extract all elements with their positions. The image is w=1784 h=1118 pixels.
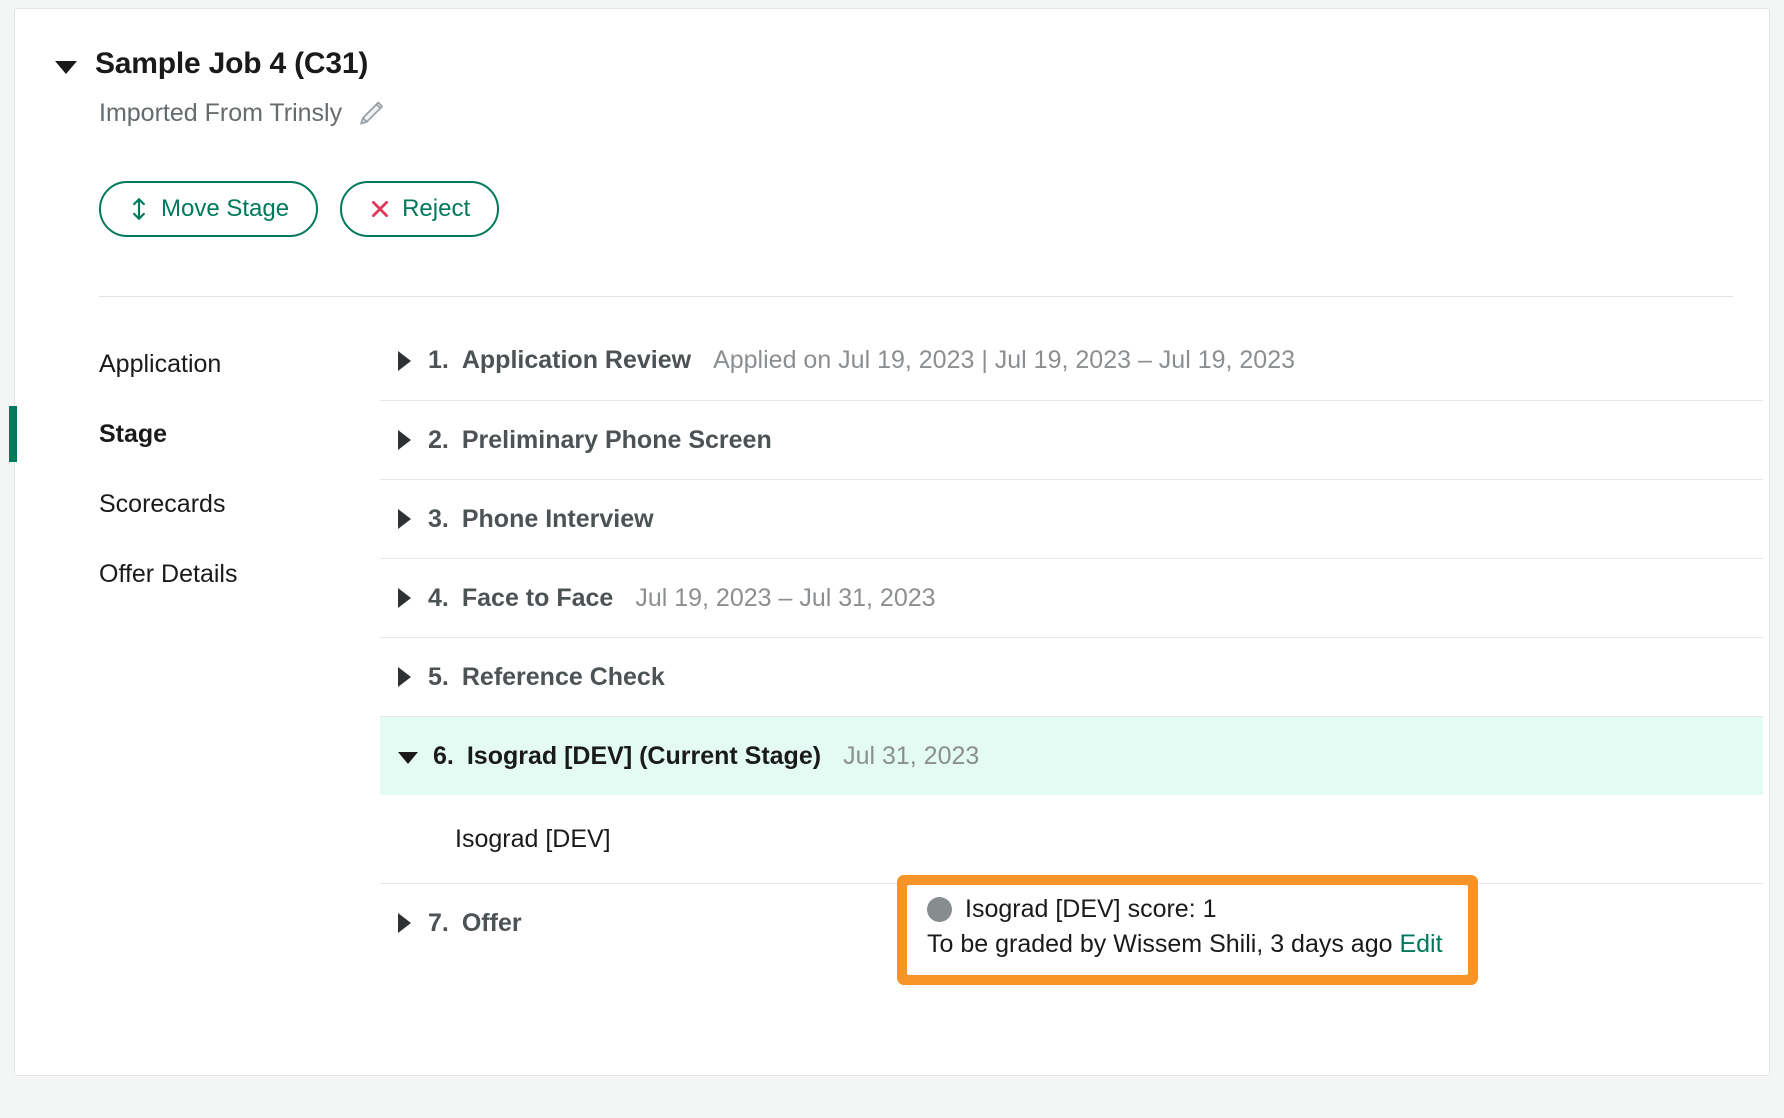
page-root: Sample Job 4 (C31) Imported From Trinsly	[0, 0, 1784, 1118]
sidebar-item-scorecards[interactable]: Scorecards	[15, 469, 375, 539]
caret-right-icon[interactable]	[398, 350, 411, 371]
caret-right-icon[interactable]	[398, 667, 411, 687]
scorecard-callout: Isograd [DEV] score: 1 To be graded by W…	[907, 885, 1468, 975]
stage-name: Face to Face	[461, 583, 614, 612]
caret-right-icon[interactable]	[398, 588, 411, 608]
sidebar-item-stage[interactable]: Stage	[9, 399, 375, 469]
sidebar-item-label: Application	[99, 349, 222, 378]
stage-number: 2.	[428, 425, 449, 454]
scorecard-score-label: Isograd [DEV] score: 1	[965, 895, 1217, 923]
reject-button[interactable]: Reject	[340, 181, 500, 237]
stage-list: 1. Application Review Applied on Jul 19,…	[380, 321, 1763, 962]
stage-interview-row[interactable]: Isograd [DEV]	[380, 795, 1763, 883]
header-divider	[99, 296, 1733, 297]
stage-number: 7.	[428, 908, 449, 937]
scorecard-score-row: Isograd [DEV] score: 1	[927, 895, 1468, 924]
stage-row[interactable]: 3. Phone Interview	[380, 479, 1763, 558]
action-buttons: Move Stage Reject	[99, 181, 500, 237]
job-source-label: Imported From Trinsly	[99, 98, 343, 127]
caret-right-icon[interactable]	[398, 509, 411, 529]
sidebar-item-label: Offer Details	[99, 559, 238, 588]
stage-number: 1.	[428, 346, 449, 374]
pencil-icon[interactable]	[356, 98, 386, 128]
caret-right-icon[interactable]	[398, 913, 411, 933]
stage-name: Preliminary Phone Screen	[461, 425, 772, 454]
job-title-row[interactable]: Sample Job 4 (C31)	[55, 47, 368, 81]
sidebar-nav: Application Stage Scorecards Offer Detai…	[9, 329, 375, 609]
edit-scorecard-link[interactable]: Edit	[1399, 930, 1442, 958]
scorecard-status-label: To be graded by Wissem Shili, 3 days ago	[927, 930, 1393, 958]
job-subtitle-row: Imported From Trinsly	[99, 98, 386, 128]
caret-down-icon[interactable]	[55, 60, 77, 74]
move-stage-button[interactable]: Move Stage	[99, 181, 319, 237]
stage-interview-label: Isograd [DEV]	[455, 824, 611, 853]
candidate-detail-card: Sample Job 4 (C31) Imported From Trinsly	[9, 8, 1770, 1076]
sidebar-item-application[interactable]: Application	[15, 329, 375, 399]
stage-name: Reference Check	[461, 662, 665, 691]
stage-meta: Jul 19, 2023 – Jul 31, 2023	[635, 583, 936, 612]
move-stage-label: Move Stage	[161, 195, 290, 222]
status-dot-icon	[927, 897, 952, 922]
stage-number: 6.	[433, 741, 454, 770]
sidebar-item-offer-details[interactable]: Offer Details	[15, 539, 375, 609]
stage-name: Phone Interview	[461, 504, 654, 533]
page-title: Sample Job 4 (C31)	[95, 47, 369, 80]
move-vertical-icon	[128, 196, 150, 222]
scorecard-callout-highlight: Isograd [DEV] score: 1 To be graded by W…	[897, 875, 1478, 985]
scorecard-status-row: To be graded by Wissem Shili, 3 days ago…	[927, 930, 1468, 959]
caret-right-icon[interactable]	[398, 430, 411, 450]
stage-row[interactable]: 5. Reference Check	[380, 637, 1763, 716]
caret-down-icon[interactable]	[398, 752, 418, 764]
stage-row[interactable]: 4. Face to Face Jul 19, 2023 – Jul 31, 2…	[380, 558, 1763, 637]
close-x-icon	[369, 198, 391, 220]
stage-number: 3.	[428, 504, 449, 533]
stage-meta: Applied on Jul 19, 2023 | Jul 19, 2023 –…	[713, 346, 1296, 374]
sidebar-item-label: Scorecards	[99, 489, 226, 518]
stage-row-current[interactable]: 6. Isograd [DEV] (Current Stage) Jul 31,…	[380, 716, 1763, 795]
reject-label: Reject	[402, 195, 471, 222]
stage-row[interactable]: 1. Application Review Applied on Jul 19,…	[380, 321, 1763, 400]
stage-number: 4.	[428, 583, 449, 612]
stage-name: Isograd [DEV] (Current Stage)	[466, 741, 822, 770]
stage-row[interactable]: 2. Preliminary Phone Screen	[380, 400, 1763, 479]
stage-number: 5.	[428, 662, 449, 691]
sidebar-item-label: Stage	[99, 419, 168, 448]
stage-meta: Jul 31, 2023	[843, 741, 980, 770]
stage-name: Application Review	[461, 346, 692, 374]
stage-name: Offer	[461, 908, 522, 937]
